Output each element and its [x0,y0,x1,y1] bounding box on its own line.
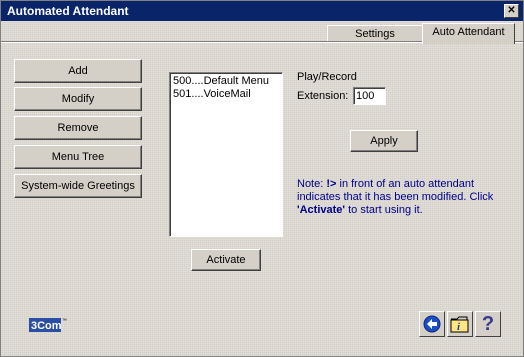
menu-tree-button[interactable]: Menu Tree [14,145,142,169]
title-bar: Automated Attendant ✕ [1,1,523,21]
list-item[interactable]: 501....VoiceMail [173,88,279,101]
close-icon[interactable]: ✕ [504,4,519,18]
play-record-heading: Play/Record [297,71,357,83]
modify-button[interactable]: Modify [14,87,142,111]
list-item[interactable]: 500....Default Menu [173,75,279,88]
help-glyph: ? [481,312,495,335]
automated-attendant-window: Automated Attendant ✕ Settings Auto Atte… [0,0,524,357]
back-arrow-icon[interactable] [419,311,445,337]
apply-button[interactable]: Apply [350,130,418,152]
3com-logo: 3Com ™ [29,312,67,338]
note-activate-word: 'Activate' [297,204,346,216]
help-icon[interactable]: ? [475,311,501,337]
svg-text:™: ™ [62,318,67,324]
remove-button[interactable]: Remove [14,116,142,140]
attendant-listbox[interactable]: 500....Default Menu 501....VoiceMail [169,72,283,237]
system-wide-greetings-button[interactable]: System-wide Greetings [14,174,142,198]
activate-button[interactable]: Activate [191,249,261,271]
extension-field[interactable] [353,87,386,105]
note-prefix: Note: [297,178,327,190]
note-suffix: to start using it. [345,204,423,216]
folder-icon[interactable]: i [447,311,473,337]
window-title: Automated Attendant [7,4,129,18]
extension-label: Extension: [297,90,349,102]
modified-note: Note: !> in front of an auto attendant i… [297,178,497,217]
tab-auto-attendant[interactable]: Auto Attendant [422,23,515,44]
note-marker: !> [326,178,337,190]
logo-text: 3Com [31,320,62,332]
add-button[interactable]: Add [14,59,142,83]
